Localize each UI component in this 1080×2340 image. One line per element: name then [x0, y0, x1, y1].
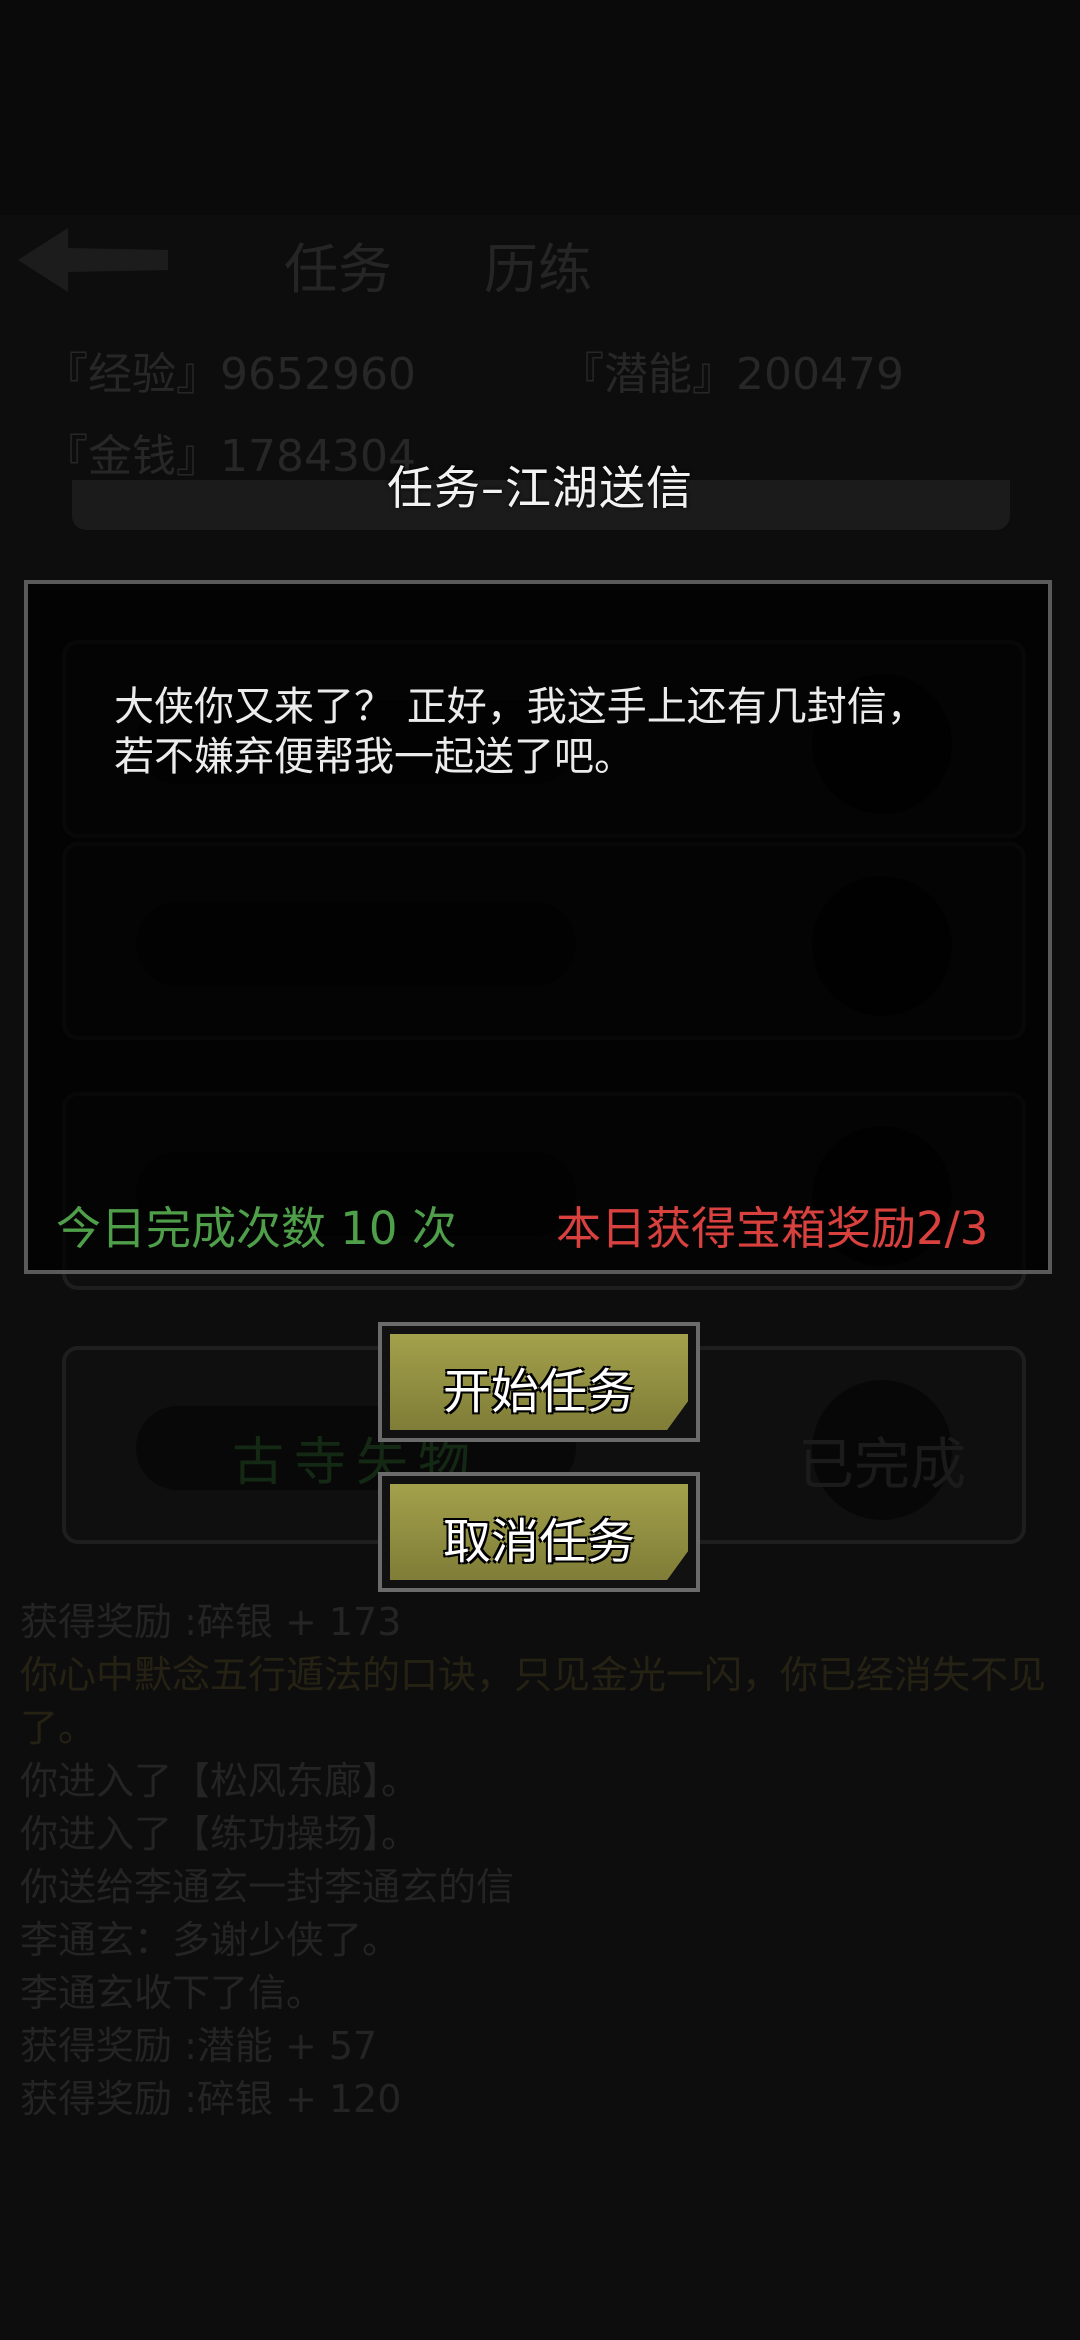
start-task-label: 开始任务: [442, 1364, 635, 1420]
dialog-message: 大侠你又来了？ 正好，我这手上还有几封信，若不嫌弃便帮我一起送了吧。: [114, 684, 927, 780]
chest-reward-progress: 本日获得宝箱奖励2/3: [556, 1202, 989, 1255]
completed-today-count: 今日完成次数 10 次: [56, 1202, 457, 1255]
dialog-title: 任务–江湖送信: [387, 461, 693, 515]
start-task-button[interactable]: 开始任务: [378, 1322, 700, 1442]
cancel-task-button[interactable]: 取消任务: [378, 1472, 700, 1592]
cancel-task-label: 取消任务: [442, 1514, 635, 1570]
